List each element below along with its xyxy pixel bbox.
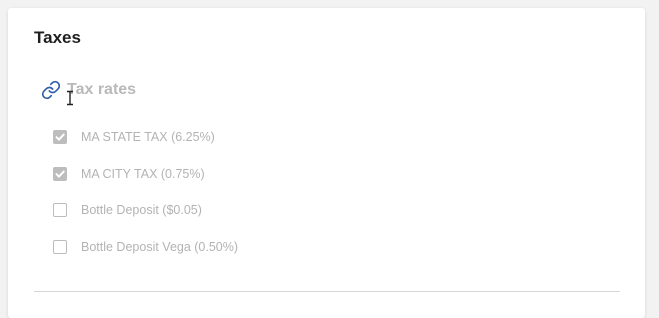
tax-label: MA CITY TAX (0.75%) xyxy=(81,166,205,181)
text-cursor-icon xyxy=(67,90,73,106)
tax-item[interactable]: Bottle Deposit ($0.05) xyxy=(53,200,238,220)
tax-item[interactable]: Bottle Deposit Vega (0.50%) xyxy=(53,237,238,257)
checkbox[interactable] xyxy=(53,240,67,255)
tax-label: Bottle Deposit ($0.05) xyxy=(81,203,202,218)
tax-label: MA STATE TAX (6.25%) xyxy=(81,130,215,144)
section-title: Taxes xyxy=(34,28,81,47)
tax-item[interactable]: MA CITY TAX (0.75%) xyxy=(53,164,238,184)
tax-item[interactable]: MA STATE TAX (6.25%) xyxy=(53,127,238,147)
tax-label: Bottle Deposit Vega (0.50%) xyxy=(81,240,239,255)
tax-list: MA STATE TAX (6.25%) MA CITY TAX (0.75%)… xyxy=(53,127,238,274)
link-icon[interactable] xyxy=(41,80,61,100)
tax-rates-label: Tax rates xyxy=(67,81,137,98)
taxes-card: Taxes Tax rates MA STATE TAX (6.25%) MA … xyxy=(8,8,645,318)
checkmark-icon xyxy=(55,170,65,178)
checkbox[interactable] xyxy=(53,166,67,181)
checkmark-icon xyxy=(55,133,65,141)
checkbox[interactable] xyxy=(53,203,67,218)
divider xyxy=(34,291,620,292)
tax-rates-header: Tax rates xyxy=(41,80,136,100)
checkbox[interactable] xyxy=(53,130,67,144)
